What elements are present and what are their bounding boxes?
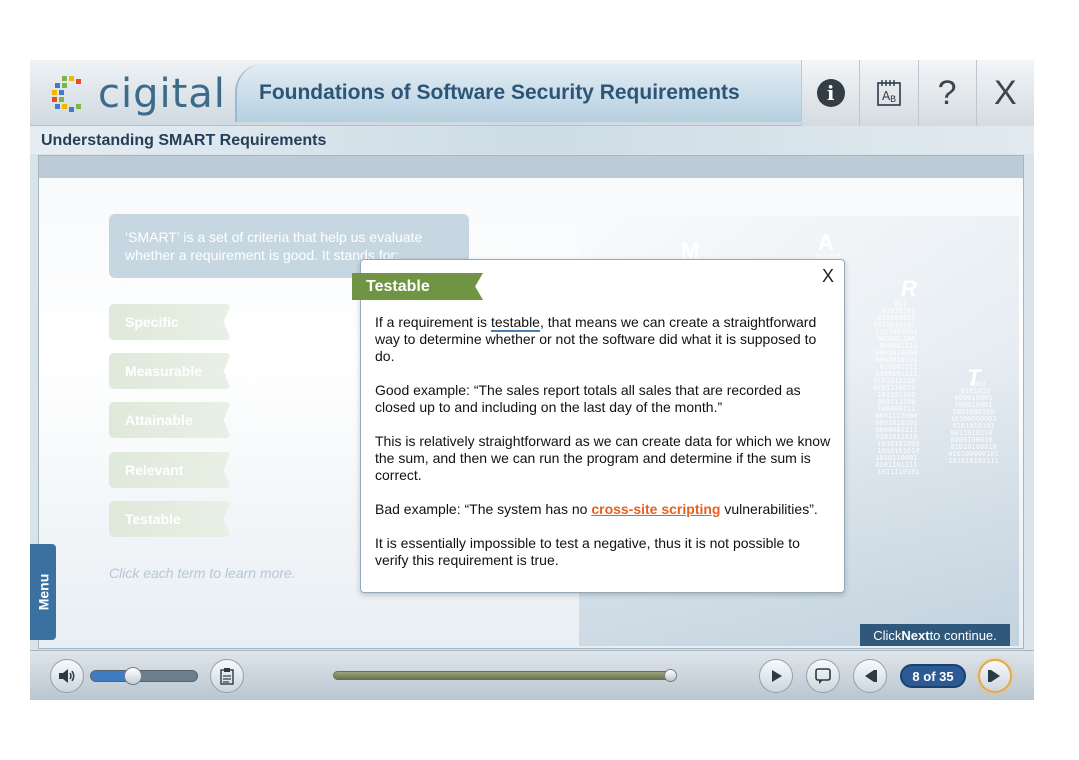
term-measurable[interactable]: Measurable bbox=[109, 353, 231, 389]
text: Click bbox=[873, 627, 902, 643]
term-label: Specific bbox=[125, 314, 179, 330]
logo-text: cigital bbox=[98, 71, 226, 117]
help-label: ? bbox=[937, 73, 957, 112]
glossary-term-testable[interactable]: testable bbox=[490, 314, 540, 332]
header-buttons: i A B ? X bbox=[801, 60, 1034, 126]
term-label: Relevant bbox=[125, 462, 184, 478]
speaker-icon bbox=[59, 669, 75, 683]
previous-button[interactable] bbox=[853, 659, 887, 693]
progress-fill bbox=[334, 672, 672, 679]
smart-letter-r: R bbox=[901, 276, 917, 301]
closed-caption-button[interactable] bbox=[806, 659, 840, 693]
text: Bad example: “The system has no bbox=[375, 501, 592, 517]
term-label: Measurable bbox=[125, 363, 203, 379]
menu-tab[interactable]: Menu bbox=[30, 544, 56, 640]
info-button[interactable]: i bbox=[801, 60, 860, 126]
previous-icon bbox=[865, 670, 877, 682]
next-icon bbox=[988, 670, 1000, 682]
text: If a requirement is bbox=[375, 314, 491, 330]
transcript-icon bbox=[220, 668, 234, 685]
popup-paragraph: Bad example: “The system has no cross-si… bbox=[375, 501, 837, 518]
playback-controls: 8 of 35 bbox=[30, 650, 1034, 700]
section-strip: Understanding SMART Requirements bbox=[30, 126, 1034, 154]
volume-slider[interactable] bbox=[90, 667, 198, 685]
term-specific[interactable]: Specific bbox=[109, 304, 231, 340]
intro-text: ‘SMART’ is a set of criteria that help u… bbox=[125, 229, 423, 263]
page-counter: 8 of 35 bbox=[900, 664, 966, 688]
volume-button[interactable] bbox=[50, 659, 84, 693]
term-label: Attainable bbox=[125, 412, 193, 428]
glossary-icon: A B bbox=[877, 80, 901, 106]
course-player: cigital Foundations of Software Security… bbox=[30, 60, 1034, 700]
text-bold: Next bbox=[901, 627, 930, 643]
popup-title-tab: Testable bbox=[352, 273, 483, 300]
course-title-banner: Foundations of Software Security Require… bbox=[235, 64, 801, 122]
exit-button[interactable]: X bbox=[975, 60, 1034, 126]
transcript-button[interactable] bbox=[210, 659, 244, 693]
popup-body: If a requirement is testable, that means… bbox=[375, 314, 837, 586]
help-button[interactable]: ? bbox=[917, 60, 976, 126]
next-hint: Click ​Next​ to continue. bbox=[860, 624, 1010, 646]
header-bar: cigital Foundations of Software Security… bbox=[30, 60, 1034, 126]
term-relevant[interactable]: Relevant bbox=[109, 452, 231, 488]
popup-paragraph: This is relatively straightforward as we… bbox=[375, 433, 831, 483]
text: vulnerabilities”. bbox=[720, 501, 818, 517]
exit-label: X bbox=[994, 73, 1017, 112]
course-title: Foundations of Software Security Require… bbox=[259, 81, 740, 104]
binary-pattern: 011 01010101 010101010 1011010101 110100… bbox=[873, 300, 920, 476]
logo-mark-icon bbox=[52, 76, 81, 112]
play-button[interactable] bbox=[759, 659, 793, 693]
term-attainable[interactable]: Attainable bbox=[109, 402, 231, 438]
cigital-logo: cigital bbox=[50, 72, 226, 116]
progress-knob[interactable] bbox=[664, 669, 677, 682]
caption-icon bbox=[815, 668, 831, 684]
volume-knob[interactable] bbox=[124, 667, 143, 685]
cross-site-scripting-link[interactable]: cross-site scripting bbox=[591, 501, 720, 517]
binary-pattern: 0001 0101010 000010001 100010001 1001000… bbox=[948, 380, 999, 465]
popup-close-button[interactable]: X bbox=[822, 266, 834, 287]
popup-paragraph: It is essentially impossible to test a n… bbox=[375, 535, 800, 568]
glossary-button[interactable]: A B bbox=[859, 60, 918, 126]
menu-label: Menu bbox=[35, 573, 51, 611]
info-icon: i bbox=[816, 79, 845, 107]
popup-paragraph: If a requirement is testable, that means… bbox=[375, 314, 837, 365]
popup-paragraph: Good example: “The sales report totals a… bbox=[375, 382, 801, 415]
progress-bar[interactable] bbox=[333, 669, 677, 682]
section-title: Understanding SMART Requirements bbox=[41, 132, 327, 149]
play-icon bbox=[772, 670, 782, 682]
next-button[interactable] bbox=[978, 659, 1012, 693]
term-popup: X Testable If a requirement is testable,… bbox=[352, 259, 845, 593]
svg-text:B: B bbox=[890, 95, 896, 105]
text: to continue. bbox=[929, 627, 997, 643]
click-hint: Click each term to learn more. bbox=[109, 565, 296, 581]
term-label: Testable bbox=[125, 511, 181, 527]
term-testable[interactable]: Testable bbox=[109, 501, 231, 537]
popup-title: Testable bbox=[366, 277, 430, 295]
